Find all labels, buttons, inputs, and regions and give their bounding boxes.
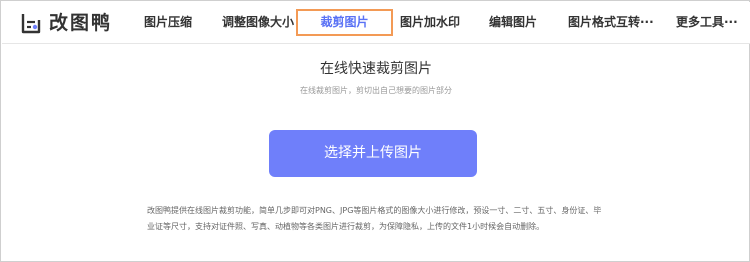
nav-item-more-tools[interactable]: 更多工具··· <box>676 10 738 34</box>
nav-item-image-compress[interactable]: 图片压缩 <box>144 10 192 34</box>
brand-logo[interactable]: 改图鸭 <box>19 10 112 36</box>
logo-icon <box>21 14 41 34</box>
nav-item-format-convert[interactable]: 图片格式互转··· <box>568 10 654 34</box>
page-title: 在线快速裁剪图片 <box>320 61 432 77</box>
nav-item-edit-image[interactable]: 编辑图片 <box>489 10 537 34</box>
nav-item-crop-image[interactable]: 裁剪图片 <box>296 9 393 36</box>
brand-name: 改图鸭 <box>49 12 113 34</box>
nav-item-resize-image[interactable]: 调整图像大小 <box>222 10 294 34</box>
upload-image-button[interactable]: 选择并上传图片 <box>269 130 477 177</box>
page-subtitle: 在线裁剪图片，剪切出自己想要的图片部分 <box>300 86 452 95</box>
tool-description: 改图鸭提供在线图片裁剪功能，简单几步即可对PNG、JPG等图片格式的图像大小进行… <box>147 206 602 231</box>
page-frame: 改图鸭 图片压缩 调整图像大小 裁剪图片 图片加水印 编辑图片 图片格式互转··… <box>0 0 750 262</box>
nav-item-watermark[interactable]: 图片加水印 <box>400 10 460 34</box>
top-navbar: 改图鸭 图片压缩 调整图像大小 裁剪图片 图片加水印 编辑图片 图片格式互转··… <box>2 2 750 44</box>
